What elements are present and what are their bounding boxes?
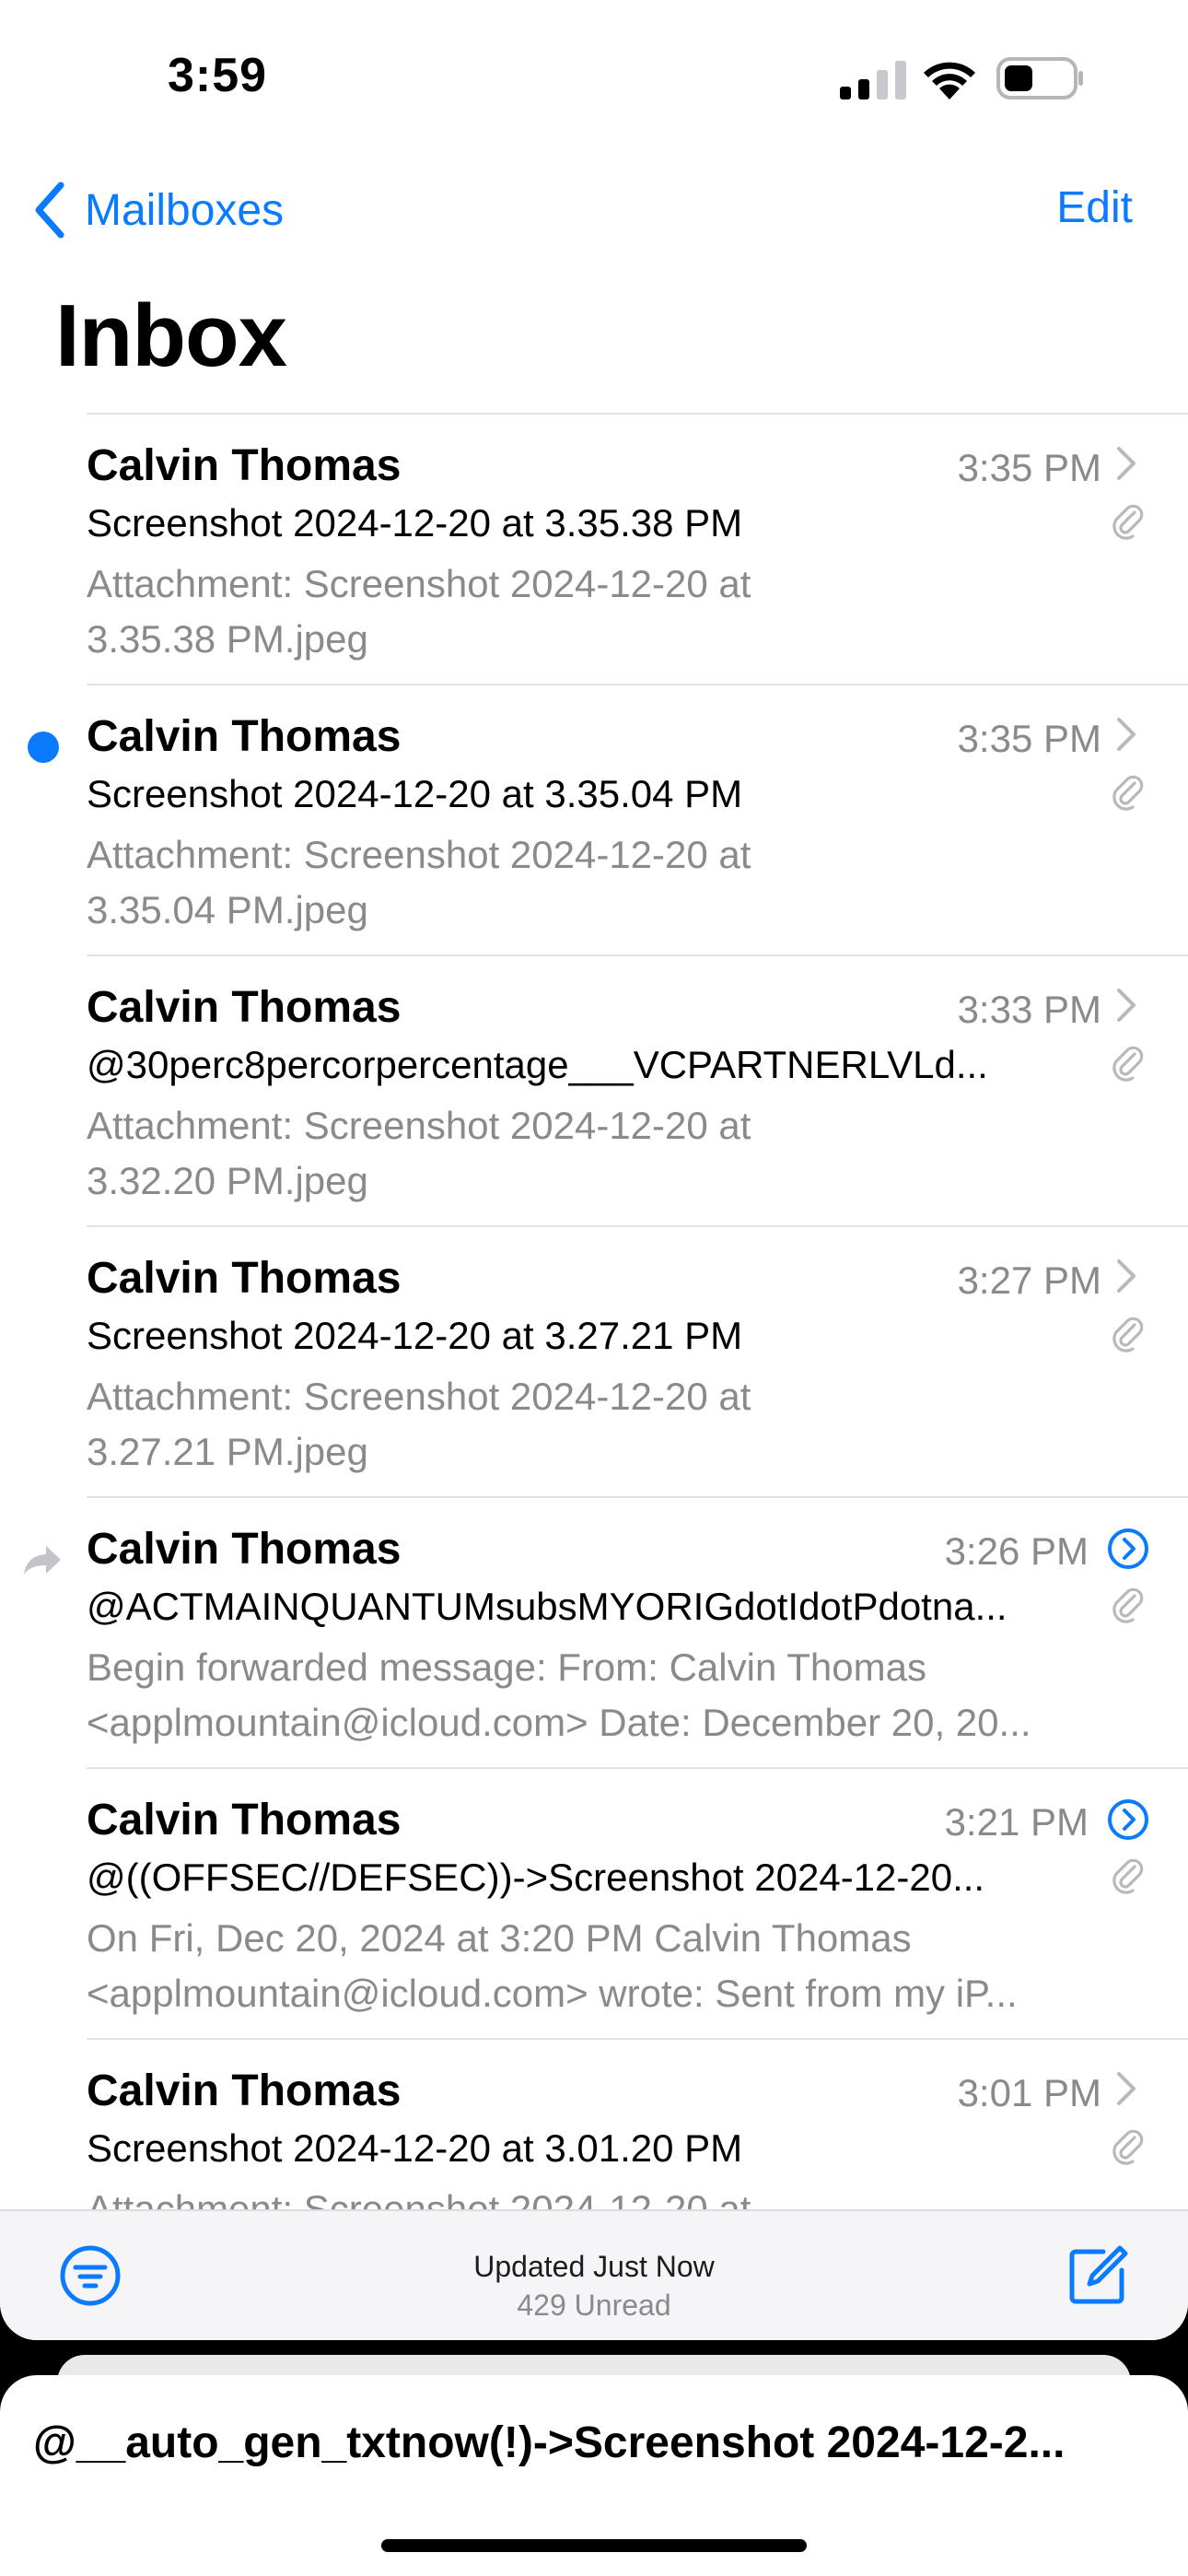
message-sender: Calvin Thomas	[87, 983, 402, 1032]
message-sender: Calvin Thomas	[87, 2067, 402, 2115]
back-button-label: Mailboxes	[85, 185, 285, 235]
message-row[interactable]: Calvin Thomas 3:35 PM Screenshot 2024-12-2…	[0, 684, 1188, 954]
mail-app-window: 3:59 Mailboxes Edit Inbox Calvin Thomas 3…	[0, 0, 1188, 2340]
message-preview: Attachment: Screenshot 2024-12-20 at 3.32…	[87, 1098, 1127, 1209]
message-row[interactable]: Calvin Thomas 3:35 PM Screenshot 2024-12-2…	[0, 413, 1188, 684]
circle-chevron-icon[interactable]	[1107, 1528, 1149, 1570]
paperclip-icon	[1112, 775, 1144, 811]
message-subject: Screenshot 2024-12-20 at 3.27.21 PM	[87, 1314, 743, 1357]
battery-icon	[996, 57, 1083, 100]
message-subject: Screenshot 2024-12-20 at 3.01.20 PM	[87, 2126, 743, 2170]
update-status: Updated Just Now	[473, 2250, 715, 2283]
message-time: 3:27 PM	[957, 1259, 1101, 1302]
message-subject: Screenshot 2024-12-20 at 3.35.04 PM	[87, 772, 743, 815]
circle-chevron-icon[interactable]	[1107, 1798, 1149, 1841]
preview-line-2: <applmountain@icloud.com> Date: December…	[87, 1701, 1031, 1744]
row-divider	[87, 954, 1188, 956]
preview-line-1: Attachment: Screenshot 2024-12-20 at	[87, 1104, 751, 1147]
home-indicator[interactable]	[381, 2539, 807, 2552]
compose-icon[interactable]	[1066, 2244, 1129, 2307]
message-sender: Calvin Thomas	[87, 441, 402, 490]
message-preview: On Fri, Dec 20, 2024 at 3:20 PM Calvin T…	[87, 1911, 1127, 2021]
preview-line-1: Attachment: Screenshot 2024-12-20 at	[87, 562, 751, 605]
preview-line-2: 3.27.21 PM.jpeg	[87, 1430, 368, 1473]
preview-line-2: 3.35.38 PM.jpeg	[87, 617, 368, 661]
message-row[interactable]: Calvin Thomas 3:33 PM @30perc8percorpercen…	[0, 954, 1188, 1225]
message-subject: @ACTMAINQUANTUMsubsMYORIGdotIdotPdotna..…	[87, 1585, 1007, 1628]
paperclip-icon	[1112, 1046, 1144, 1082]
chevron-right-icon	[1117, 447, 1136, 480]
message-sender: Calvin Thomas	[87, 1796, 402, 1844]
row-divider	[87, 2038, 1188, 2040]
preview-line-1: Begin forwarded message: From: Calvin Th…	[87, 1645, 926, 1689]
draft-subject: @__auto_gen_txtnow(!)->Screenshot 2024-1…	[33, 2418, 1066, 2467]
message-row[interactable]: Calvin Thomas 3:26 PM @ACTMAINQUANTUMsubsM…	[0, 1496, 1188, 1767]
chevron-left-icon	[35, 181, 64, 239]
message-subject: @((OFFSEC//DEFSEC))->Screenshot 2024-12-…	[87, 1856, 985, 1899]
message-time: 3:35 PM	[957, 717, 1101, 760]
message-preview: Attachment: Screenshot 2024-12-20 at 3.35…	[87, 556, 1127, 667]
message-time: 3:01 PM	[957, 2071, 1101, 2114]
chevron-right-icon	[1117, 1259, 1136, 1293]
paperclip-icon	[1112, 504, 1144, 540]
row-divider	[87, 1767, 1188, 1769]
message-list: Calvin Thomas 3:35 PM Screenshot 2024-12-2…	[0, 413, 1188, 2309]
status-time: 3:59	[168, 49, 268, 102]
bottom-toolbar: Updated Just Now 429 Unread	[0, 2209, 1188, 2340]
chevron-right-icon	[1117, 2072, 1136, 2105]
preview-line-1: Attachment: Screenshot 2024-12-20 at	[87, 833, 751, 876]
cellular-signal-icon	[840, 61, 906, 100]
row-divider	[87, 684, 1188, 685]
chevron-right-icon	[1117, 718, 1136, 751]
unread-count: 429 Unread	[517, 2289, 671, 2322]
page-title: Inbox	[55, 287, 287, 385]
paperclip-icon	[1112, 1587, 1144, 1623]
message-subject: @30perc8percorpercentage___VCPARTNERLVLd…	[87, 1043, 988, 1086]
paperclip-icon	[1112, 2129, 1144, 2165]
edit-button[interactable]: Edit	[1056, 182, 1133, 233]
chevron-right-icon	[1117, 989, 1136, 1022]
message-sender: Calvin Thomas	[87, 712, 402, 761]
row-divider	[87, 413, 1188, 415]
message-preview: Begin forwarded message: From: Calvin Th…	[87, 1640, 1127, 1751]
message-preview: Attachment: Screenshot 2024-12-20 at 3.35…	[87, 827, 1127, 938]
row-divider	[87, 1225, 1188, 1227]
message-preview: Attachment: Screenshot 2024-12-20 at 3.27…	[87, 1369, 1127, 1480]
paperclip-icon	[1112, 1858, 1144, 1894]
message-sender: Calvin Thomas	[87, 1254, 402, 1303]
message-row[interactable]: Calvin Thomas 3:21 PM @((OFFSEC//DEFSEC))-…	[0, 1767, 1188, 2038]
message-row[interactable]: Calvin Thomas 3:27 PM Screenshot 2024-12-2…	[0, 1225, 1188, 1496]
row-divider	[87, 1496, 1188, 1498]
preview-line-2: 3.35.04 PM.jpeg	[87, 888, 368, 931]
status-bar: 3:59	[0, 0, 1188, 157]
message-time: 3:35 PM	[957, 446, 1101, 489]
back-to-mailboxes-button[interactable]: Mailboxes	[33, 181, 284, 240]
preview-line-2: 3.32.20 PM.jpeg	[87, 1159, 368, 1202]
message-time: 3:33 PM	[957, 988, 1101, 1031]
message-time: 3:26 PM	[944, 1529, 1089, 1573]
wifi-icon	[924, 62, 975, 100]
message-time: 3:21 PM	[944, 1800, 1089, 1844]
message-sender: Calvin Thomas	[87, 1525, 402, 1574]
forward-arrow-icon	[24, 1546, 61, 1575]
preview-line-1: On Fri, Dec 20, 2024 at 3:20 PM Calvin T…	[87, 1916, 912, 1960]
unread-indicator	[28, 732, 59, 763]
preview-line-1: Attachment: Screenshot 2024-12-20 at	[87, 1375, 751, 1418]
paperclip-icon	[1112, 1317, 1144, 1352]
preview-line-2: <applmountain@icloud.com> wrote: Sent fr…	[87, 1972, 1018, 2015]
message-subject: Screenshot 2024-12-20 at 3.35.38 PM	[87, 501, 743, 544]
